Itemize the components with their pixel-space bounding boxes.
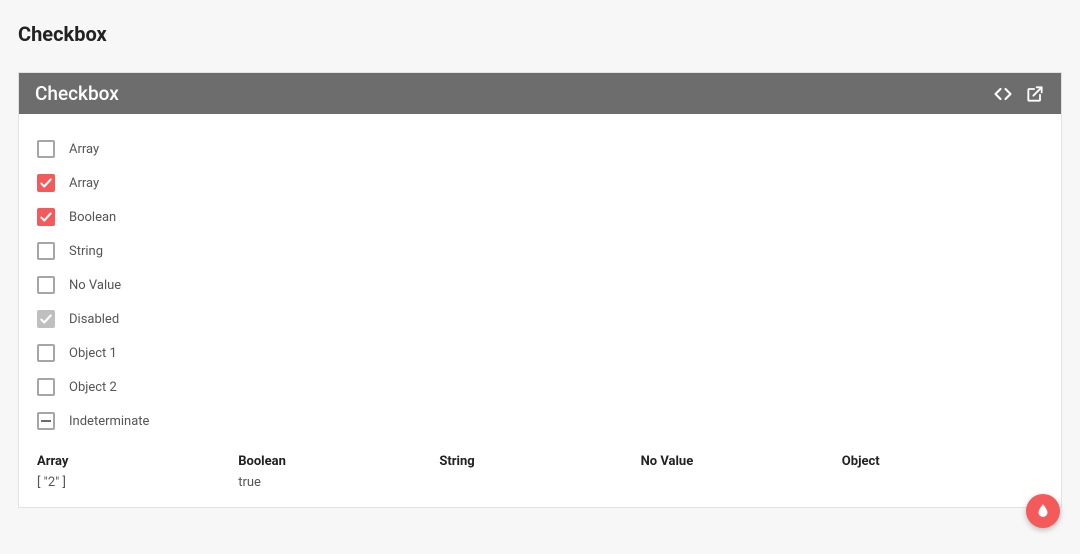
checkbox-row-disabled: Disabled [37,302,1043,336]
checkbox-array-1[interactable] [37,140,55,158]
open-external-icon[interactable] [1025,84,1045,104]
checkbox-label: Object 2 [69,380,117,395]
checkbox-object-2[interactable] [37,378,55,396]
checkbox-boolean[interactable] [37,208,55,226]
result-value-boolean: true [238,475,439,491]
checkbox-label: Object 1 [69,346,117,361]
checkbox-label: Disabled [69,312,119,327]
checkbox-label: Array [69,142,99,157]
checkbox-row-object-2: Object 2 [37,370,1043,404]
checkbox-label: Array [69,176,99,191]
results-grid: Array Boolean String No Value Object [ "… [37,454,1043,491]
checkbox-no-value[interactable] [37,276,55,294]
card-header-actions [993,84,1045,104]
result-value-string [439,475,640,491]
checkbox-disabled [37,310,55,328]
page-title: Checkbox [18,22,1062,46]
result-column-header-array: Array [37,454,238,469]
checkbox-label: Boolean [69,210,116,225]
code-icon[interactable] [993,84,1013,104]
result-value-array: [ "2" ] [37,475,238,491]
result-column-header-boolean: Boolean [238,454,439,469]
card-body: Array Array Boolean [19,114,1061,507]
checkbox-indeterminate[interactable] [37,412,55,430]
checkbox-label: No Value [69,278,121,293]
theme-fab-button[interactable] [1026,494,1060,528]
checkbox-object-1[interactable] [37,344,55,362]
card-header: Checkbox [19,73,1061,114]
checkbox-label: Indeterminate [69,414,149,429]
checkbox-row-array-2: Array [37,166,1043,200]
result-value-novalue [641,475,842,491]
checkbox-label: String [69,244,103,259]
checkbox-array-2[interactable] [37,174,55,192]
card-title: Checkbox [35,82,119,105]
check-icon [39,312,53,326]
result-value-object [842,475,1043,491]
result-column-header-string: String [439,454,640,469]
check-icon [39,210,53,224]
result-column-header-novalue: No Value [641,454,842,469]
check-icon [39,176,53,190]
checkbox-row-array-1: Array [37,132,1043,166]
demo-card: Checkbox [18,72,1062,508]
checkbox-row-indeterminate: Indeterminate [37,404,1043,438]
water-drop-icon [1034,502,1052,520]
result-column-header-object: Object [842,454,1043,469]
checkbox-row-string: String [37,234,1043,268]
checkbox-row-boolean: Boolean [37,200,1043,234]
checkbox-row-object-1: Object 1 [37,336,1043,370]
checkbox-row-no-value: No Value [37,268,1043,302]
checkbox-string[interactable] [37,242,55,260]
